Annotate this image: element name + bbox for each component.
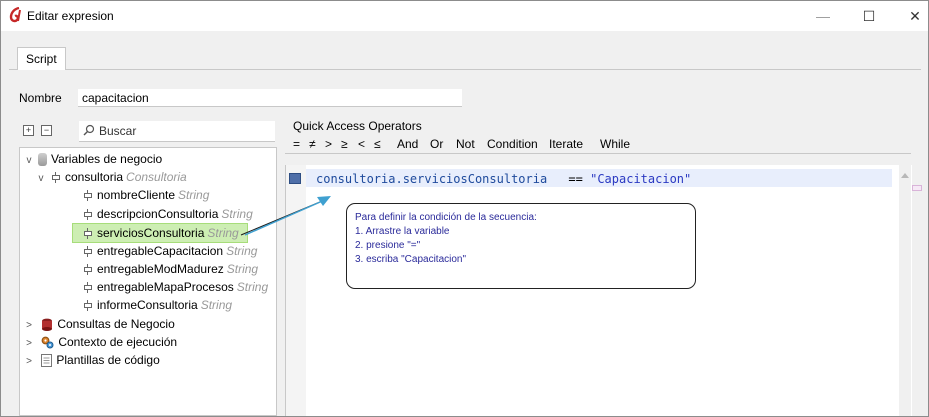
tree-node-field[interactable]: informeConsultoria String	[82, 296, 232, 314]
tree-node-label: Contexto de ejecución	[58, 335, 178, 349]
field-icon	[82, 190, 93, 202]
operator-and-button[interactable]: And	[397, 137, 418, 151]
tab-script[interactable]: Script	[17, 47, 66, 70]
window-title: Editar expresion	[27, 9, 114, 23]
instruction-callout: Para definir la condición de la secuenci…	[346, 203, 696, 289]
close-icon: ✕	[909, 7, 921, 24]
tree-node-field[interactable]: descripcionConsultoria String	[82, 205, 253, 223]
field-icon	[82, 209, 93, 221]
tree-node-type: String	[226, 244, 258, 258]
tab-script-label: Script	[26, 52, 57, 66]
code-variable: consultoria.serviciosConsultoria	[316, 172, 548, 186]
operator-or-button[interactable]: Or	[430, 137, 443, 151]
tree-node-consultas-de-negocio[interactable]: > Consultas de Negocio	[24, 315, 175, 333]
callout-line: 1. Arrastre la variable	[355, 226, 450, 237]
tree-search	[79, 121, 275, 142]
operator-less-equal-button[interactable]: ≤	[374, 137, 381, 151]
search-input[interactable]	[99, 122, 269, 139]
chevron-down-icon[interactable]: v	[36, 170, 46, 188]
tree-node-type: String	[178, 188, 210, 202]
field-icon	[82, 282, 93, 294]
tree-node-label: Variables de negocio	[51, 152, 163, 166]
operator-not-button[interactable]: Not	[456, 137, 475, 151]
chevron-down-icon[interactable]: v	[24, 152, 34, 170]
tree-node-label: Consultas de Negocio	[57, 317, 175, 331]
tree-node-label: entregableMapaProcesos	[97, 280, 234, 294]
tree-node-label: Plantillas de código	[56, 353, 160, 367]
tree-node-variables-de-negocio[interactable]: v Variables de negocio	[24, 150, 162, 168]
tree-node-field[interactable]: entregableModMadurez String	[82, 260, 258, 278]
tree-node-type: Consultoria	[126, 170, 187, 184]
maximize-button[interactable]: ☐	[846, 1, 892, 31]
tree-node-type: String	[200, 298, 233, 312]
tree-node-label: serviciosConsultoria	[97, 226, 205, 240]
line-marker-icon	[289, 173, 301, 184]
overview-ruler-marker	[912, 185, 922, 191]
operator-less-button[interactable]: <	[358, 137, 365, 151]
expand-all-icon[interactable]: +	[23, 125, 34, 136]
tree-node-consultoria[interactable]: v consultoria Consultoria	[36, 168, 187, 186]
minimize-icon: —	[816, 8, 830, 24]
field-icon	[82, 228, 93, 240]
code-string: "Capacitacion"	[590, 172, 692, 186]
operator-condition-button[interactable]: Condition	[487, 137, 538, 151]
scroll-up-icon[interactable]	[901, 173, 909, 178]
database-icon	[38, 153, 47, 167]
callout-arrow	[240, 196, 331, 236]
entity-icon	[50, 172, 61, 184]
collapse-all-icon[interactable]: −	[41, 125, 52, 136]
chevron-right-icon[interactable]: >	[24, 353, 34, 371]
tree-node-plantillas-de-codigo[interactable]: > Plantillas de código	[24, 351, 160, 369]
tree-node-field-selected[interactable]: serviciosConsultoria String	[72, 223, 248, 243]
tree-node-label: entregableCapacitacion	[97, 244, 224, 258]
tree-node-label: informeConsultoria	[97, 298, 198, 312]
tree-node-label: descripcionConsultoria	[97, 207, 219, 221]
tree-node-field[interactable]: entregableMapaProcesos String	[82, 278, 268, 296]
tree-node-contexto-de-ejecucion[interactable]: > Contexto de ejecución	[24, 333, 177, 351]
field-icon	[82, 300, 93, 312]
tree-node-type: String	[226, 262, 259, 276]
title-bar: Editar expresion — ☐ ✕	[1, 1, 928, 31]
app-logo-icon	[9, 7, 21, 23]
tab-strip: Script	[9, 39, 921, 70]
editar-expresion-window: Editar expresion — ☐ ✕ Script Nombre + −…	[0, 0, 929, 417]
nombre-input[interactable]	[78, 89, 462, 107]
nombre-label: Nombre	[19, 91, 62, 105]
tree-node-type: String	[236, 280, 269, 294]
close-button[interactable]: ✕	[892, 1, 928, 31]
operator-not-equals-button[interactable]: ≠	[309, 137, 316, 151]
editor-scrollbar[interactable]	[899, 165, 911, 416]
operator-greater-button[interactable]: >	[325, 137, 332, 151]
operator-equals-button[interactable]: =	[293, 137, 300, 151]
tree-node-field[interactable]: entregableCapacitacion String	[82, 242, 257, 260]
operator-while-button[interactable]: While	[600, 137, 630, 151]
operator-iterate-button[interactable]: Iterate	[549, 137, 583, 151]
callout-line: 2. presione "="	[355, 240, 421, 251]
minimize-button[interactable]: —	[800, 1, 846, 31]
variables-tree: v Variables de negocio v consultoria Consul…	[19, 147, 277, 416]
field-icon	[82, 246, 93, 258]
field-icon	[82, 264, 93, 276]
tree-node-label: entregableModMadurez	[97, 262, 224, 276]
tree-node-label: consultoria	[65, 170, 124, 184]
quick-access-toolbar: = ≠ > ≥ < ≤ And Or Not Condition Iterate…	[285, 133, 911, 154]
callout-line: Para definir la condición de la secuenci…	[355, 212, 537, 223]
maximize-icon: ☐	[862, 7, 876, 24]
tree-node-label: nombreCliente	[97, 188, 176, 202]
template-icon	[41, 354, 53, 368]
search-icon	[83, 124, 95, 136]
code-line: consultoria.serviciosConsultoria == "Cap…	[316, 172, 691, 186]
gears-icon	[41, 336, 54, 349]
quick-access-label: Quick Access Operators	[293, 119, 422, 133]
callout-line: 3. escriba "Capacitacion"	[355, 254, 467, 265]
tree-node-field[interactable]: nombreCliente String	[82, 186, 209, 204]
code-operator: ==	[568, 172, 583, 186]
operator-greater-equal-button[interactable]: ≥	[341, 137, 348, 151]
query-icon	[42, 318, 53, 332]
